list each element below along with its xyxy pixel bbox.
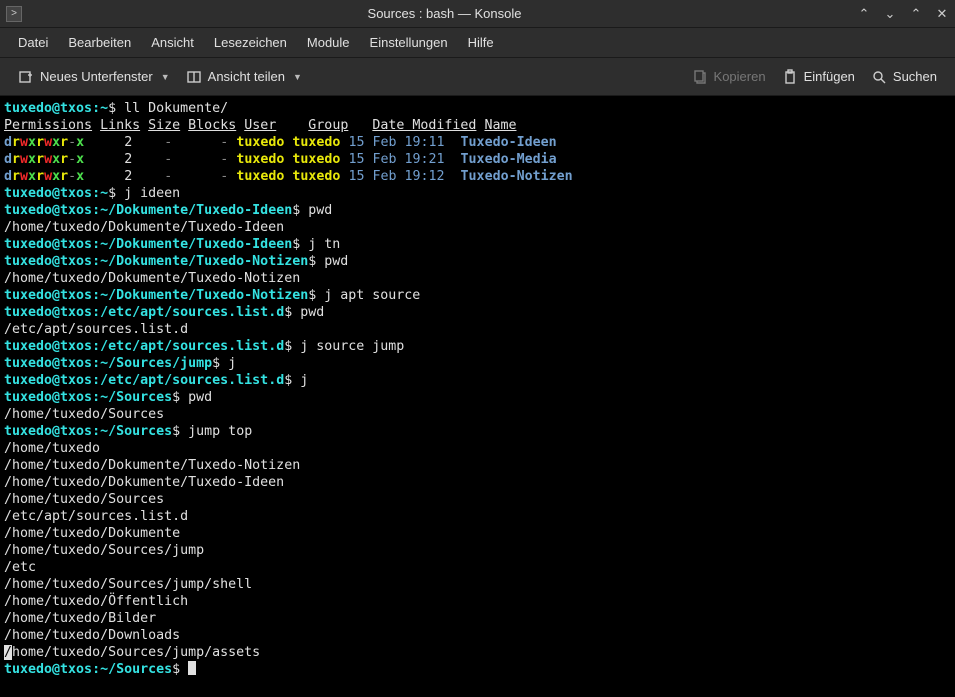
- chevron-down-icon: ▼: [161, 72, 170, 82]
- minimize-icon[interactable]: ⌄: [883, 7, 897, 21]
- new-tab-icon: [18, 69, 34, 85]
- chevron-down-icon: ▼: [293, 72, 302, 82]
- window-buttons: ⌃ ⌄ ⌃ ✕: [857, 7, 949, 21]
- split-view-button[interactable]: Ansicht teilen ▼: [178, 65, 310, 89]
- search-icon: [871, 69, 887, 85]
- copy-button[interactable]: Kopieren: [684, 65, 774, 89]
- menu-bearbeiten[interactable]: Bearbeiten: [58, 31, 141, 54]
- app-icon: >: [6, 6, 22, 22]
- new-tab-label: Neues Unterfenster: [40, 69, 153, 84]
- maximize-icon[interactable]: ⌃: [909, 7, 923, 21]
- copy-label: Kopieren: [714, 69, 766, 84]
- menu-hilfe[interactable]: Hilfe: [458, 31, 504, 54]
- search-label: Suchen: [893, 69, 937, 84]
- paste-label: Einfügen: [804, 69, 855, 84]
- window-title: Sources : bash — Konsole: [32, 6, 857, 21]
- terminal-output[interactable]: tuxedo@txos:~$ ll Dokumente/ Permissions…: [0, 96, 955, 697]
- paste-button[interactable]: Einfügen: [774, 65, 863, 89]
- paste-icon: [782, 69, 798, 85]
- split-view-icon: [186, 69, 202, 85]
- menu-datei[interactable]: Datei: [8, 31, 58, 54]
- copy-icon: [692, 69, 708, 85]
- keep-above-icon[interactable]: ⌃: [857, 7, 871, 21]
- menu-einstellungen[interactable]: Einstellungen: [360, 31, 458, 54]
- menubar: Datei Bearbeiten Ansicht Lesezeichen Mod…: [0, 28, 955, 58]
- menu-module[interactable]: Module: [297, 31, 360, 54]
- menu-ansicht[interactable]: Ansicht: [141, 31, 204, 54]
- close-icon[interactable]: ✕: [935, 7, 949, 21]
- titlebar: > Sources : bash — Konsole ⌃ ⌄ ⌃ ✕: [0, 0, 955, 28]
- new-tab-button[interactable]: Neues Unterfenster ▼: [10, 65, 178, 89]
- menu-lesezeichen[interactable]: Lesezeichen: [204, 31, 297, 54]
- split-view-label: Ansicht teilen: [208, 69, 285, 84]
- search-button[interactable]: Suchen: [863, 65, 945, 89]
- toolbar: Neues Unterfenster ▼ Ansicht teilen ▼ Ko…: [0, 58, 955, 96]
